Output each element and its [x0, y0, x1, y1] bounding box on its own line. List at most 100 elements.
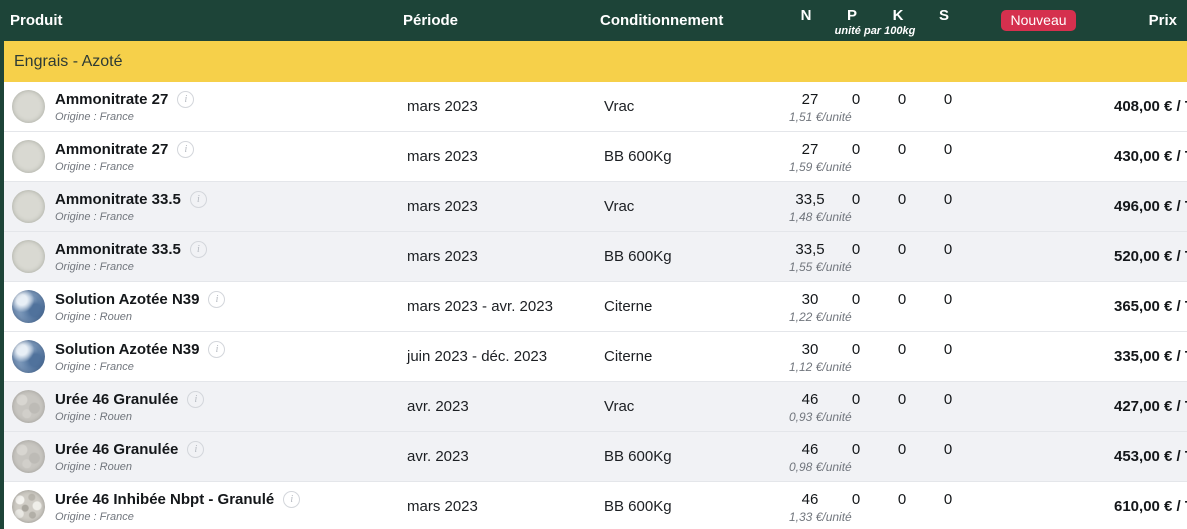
packaging-value: BB 600Kg: [604, 248, 787, 265]
table-row[interactable]: Ammonitrate 33.5 i Origine : France mars…: [4, 182, 1187, 232]
info-icon[interactable]: i: [177, 91, 194, 108]
p-value: 0: [833, 491, 879, 508]
npks-cell: 30 0 0 0 1,22 €/unité: [787, 289, 971, 324]
p-value: 0: [833, 391, 879, 408]
n-value: 33,5: [787, 191, 833, 208]
table-row[interactable]: Ammonitrate 27 i Origine : France mars 2…: [4, 82, 1187, 132]
new-badge: Nouveau: [1001, 10, 1075, 31]
product-origin: Origine : France: [55, 511, 300, 523]
unit-price: 1,12 €/unité: [787, 360, 971, 374]
npks-cell: 46 0 0 0 0,93 €/unité: [787, 389, 971, 424]
price-value: 335,00 € / T: [1114, 348, 1187, 365]
k-value: 0: [879, 191, 925, 208]
s-value: 0: [925, 491, 971, 508]
product-cell: Ammonitrate 33.5 i Origine : France: [4, 240, 407, 273]
info-icon[interactable]: i: [208, 341, 225, 358]
packaging-value: Vrac: [604, 198, 787, 215]
unit-price: 1,51 €/unité: [787, 110, 971, 124]
price-value: 610,00 € / T: [1114, 498, 1187, 515]
npks-cell: 33,5 0 0 0 1,48 €/unité: [787, 189, 971, 224]
packaging-value: Citerne: [604, 298, 787, 315]
unit-price: 0,93 €/unité: [787, 410, 971, 424]
s-value: 0: [925, 341, 971, 358]
product-origin: Origine : France: [55, 111, 194, 123]
k-value: 0: [879, 441, 925, 458]
n-value: 30: [787, 341, 833, 358]
s-value: 0: [925, 441, 971, 458]
table-row[interactable]: Ammonitrate 27 i Origine : France mars 2…: [4, 132, 1187, 182]
column-header-npks-group: N P K S unité par 100kg: [783, 0, 967, 41]
p-value: 0: [833, 341, 879, 358]
product-origin: Origine : France: [55, 261, 207, 273]
k-value: 0: [879, 391, 925, 408]
n-value: 46: [787, 391, 833, 408]
npks-cell: 33,5 0 0 0 1,55 €/unité: [787, 239, 971, 274]
price-value: 496,00 € / T: [1114, 198, 1187, 215]
info-icon[interactable]: i: [187, 441, 204, 458]
packaging-value: BB 600Kg: [604, 148, 787, 165]
product-name: Solution Azotée N39: [55, 291, 199, 308]
packaging-value: BB 600Kg: [604, 498, 787, 515]
s-value: 0: [925, 141, 971, 158]
unit-price: 1,59 €/unité: [787, 160, 971, 174]
packaging-value: Vrac: [604, 398, 787, 415]
column-header-n: N: [783, 7, 829, 24]
period-value: avr. 2023: [407, 398, 604, 415]
product-cell: Urée 46 Granulée i Origine : Rouen: [4, 440, 407, 473]
column-header-k: K: [875, 7, 921, 24]
npks-unit-subtitle: unité par 100kg: [783, 25, 967, 37]
npks-cell: 46 0 0 0 1,33 €/unité: [787, 489, 971, 524]
period-value: juin 2023 - déc. 2023: [407, 348, 604, 365]
table-header: Produit Période Conditionnement N P K S …: [0, 0, 1187, 41]
product-cell: Solution Azotée N39 i Origine : Rouen: [4, 290, 407, 323]
product-cell: Urée 46 Inhibée Nbpt - Granulé i Origine…: [4, 490, 407, 523]
product-thumbnail: [12, 140, 45, 173]
product-thumbnail: [12, 340, 45, 373]
period-value: mars 2023: [407, 248, 604, 265]
product-origin: Origine : France: [55, 211, 207, 223]
n-value: 27: [787, 141, 833, 158]
table-row[interactable]: Urée 46 Granulée i Origine : Rouen avr. …: [4, 432, 1187, 482]
product-cell: Ammonitrate 27 i Origine : France: [4, 140, 407, 173]
product-thumbnail: [12, 490, 45, 523]
table-row[interactable]: Solution Azotée N39 i Origine : France j…: [4, 332, 1187, 382]
info-icon[interactable]: i: [187, 391, 204, 408]
product-thumbnail: [12, 290, 45, 323]
product-name: Ammonitrate 33.5: [55, 241, 181, 258]
k-value: 0: [879, 291, 925, 308]
product-name: Ammonitrate 27: [55, 141, 168, 158]
period-value: mars 2023: [407, 498, 604, 515]
table-row[interactable]: Urée 46 Inhibée Nbpt - Granulé i Origine…: [4, 482, 1187, 529]
table-row[interactable]: Ammonitrate 33.5 i Origine : France mars…: [4, 232, 1187, 282]
p-value: 0: [833, 241, 879, 258]
unit-price: 1,55 €/unité: [787, 260, 971, 274]
info-icon[interactable]: i: [190, 191, 207, 208]
npks-cell: 46 0 0 0 0,98 €/unité: [787, 439, 971, 474]
column-header-period: Période: [403, 12, 600, 29]
price-value: 365,00 € / T: [1114, 298, 1187, 315]
info-icon[interactable]: i: [177, 141, 194, 158]
product-thumbnail: [12, 90, 45, 123]
n-value: 30: [787, 291, 833, 308]
packaging-value: Citerne: [604, 348, 787, 365]
unit-price: 1,33 €/unité: [787, 510, 971, 524]
p-value: 0: [833, 291, 879, 308]
k-value: 0: [879, 241, 925, 258]
s-value: 0: [925, 241, 971, 258]
n-value: 27: [787, 91, 833, 108]
price-value: 408,00 € / T: [1114, 98, 1187, 115]
product-cell: Ammonitrate 33.5 i Origine : France: [4, 190, 407, 223]
info-icon[interactable]: i: [190, 241, 207, 258]
info-icon[interactable]: i: [208, 291, 225, 308]
table-row[interactable]: Urée 46 Granulée i Origine : Rouen avr. …: [4, 382, 1187, 432]
unit-price: 1,48 €/unité: [787, 210, 971, 224]
product-origin: Origine : Rouen: [55, 411, 204, 423]
table-row[interactable]: Solution Azotée N39 i Origine : Rouen ma…: [4, 282, 1187, 332]
period-value: mars 2023: [407, 98, 604, 115]
price-value: 427,00 € / T: [1114, 398, 1187, 415]
info-icon[interactable]: i: [283, 491, 300, 508]
p-value: 0: [833, 141, 879, 158]
n-value: 46: [787, 491, 833, 508]
npks-cell: 30 0 0 0 1,12 €/unité: [787, 339, 971, 374]
n-value: 46: [787, 441, 833, 458]
